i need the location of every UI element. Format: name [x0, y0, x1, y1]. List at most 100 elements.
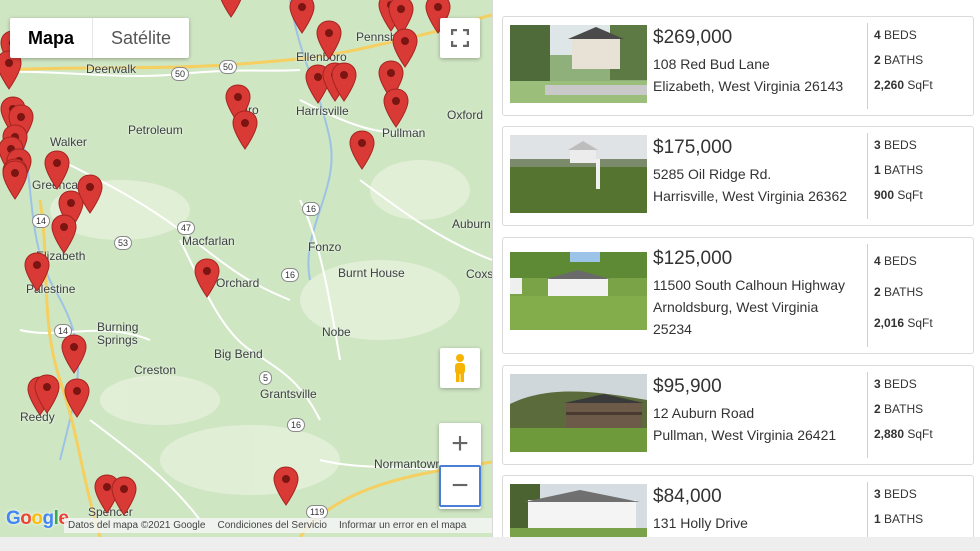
- listing-stats: 4 BEDS 2 BATHS 2,260 SqFt: [867, 23, 974, 109]
- zoom-out-button[interactable]: −: [439, 465, 481, 507]
- map-pin-icon[interactable]: [232, 110, 258, 150]
- map-pin-icon[interactable]: [331, 62, 357, 102]
- street-view-button[interactable]: [440, 348, 480, 388]
- map-type-satellite-button[interactable]: Satélite: [93, 18, 189, 58]
- beds-count: 4: [874, 28, 881, 42]
- map-pin-icon[interactable]: [218, 0, 244, 18]
- map-pin-icon[interactable]: [61, 334, 87, 374]
- listing-city: Arnoldsburg, West Virginia: [653, 299, 819, 315]
- place-label: Creston: [134, 363, 177, 377]
- listing-price: $125,000: [653, 248, 733, 269]
- listing-card[interactable]: $95,900 12 Auburn Road Pullman, West Vir…: [502, 365, 974, 465]
- listing-price: $269,000: [653, 27, 733, 48]
- route-shield: 50: [219, 60, 238, 74]
- place-label: Springs: [97, 333, 138, 347]
- baths-label: BATHS: [884, 512, 924, 526]
- route-shield: 53: [114, 236, 133, 250]
- map-pin-icon[interactable]: [24, 252, 50, 292]
- sqft-label: SqFt: [907, 78, 933, 92]
- baths-count: 2: [874, 402, 881, 416]
- listing-photo[interactable]: [510, 135, 647, 213]
- baths-count: 2: [874, 285, 881, 299]
- listing-card[interactable]: $269,000 108 Red Bud Lane Elizabeth, Wes…: [502, 16, 974, 116]
- place-label: Pullman: [382, 126, 426, 140]
- map-pin-icon[interactable]: [34, 374, 60, 414]
- baths-label: BATHS: [884, 285, 924, 299]
- place-label: Burning: [97, 320, 139, 334]
- route-shield: 16: [287, 418, 306, 432]
- map-pin-icon[interactable]: [273, 466, 299, 506]
- listing-photo[interactable]: [510, 252, 647, 330]
- map-pin-icon[interactable]: [194, 258, 220, 298]
- listing-street: 11500 South Calhoun Highway: [653, 277, 845, 293]
- listing-card[interactable]: $125,000 11500 South Calhoun Highway Arn…: [502, 237, 974, 354]
- listing-street: 5285 Oil Ridge Rd.: [653, 166, 772, 182]
- bottom-strip: [0, 537, 980, 551]
- listing-street: 12 Auburn Road: [653, 405, 755, 421]
- route-shield: 119: [306, 505, 329, 519]
- fullscreen-icon: [451, 29, 469, 47]
- map-type-mapa-button[interactable]: Mapa: [10, 18, 94, 58]
- zoom-in-button[interactable]: +: [439, 423, 481, 465]
- map-pin-icon[interactable]: [111, 476, 137, 516]
- map-pin-icon[interactable]: [383, 88, 409, 128]
- listing-city: Harrisville, West Virginia 26362: [653, 188, 848, 204]
- baths-label: BATHS: [884, 402, 924, 416]
- map[interactable]: Deerwalk Ellenboro Pennsboro Harrisville…: [0, 0, 493, 537]
- sqft-label: SqFt: [907, 427, 933, 441]
- baths-count: 2: [874, 53, 881, 67]
- beds-label: BEDS: [884, 28, 917, 42]
- map-type-control: Mapa Satélite: [10, 18, 190, 58]
- beds-count: 3: [874, 377, 881, 391]
- listing-photo[interactable]: [510, 25, 647, 103]
- listing-street: 131 Holly Drive: [653, 515, 748, 531]
- sqft-value: 900: [874, 188, 895, 202]
- map-pin-icon[interactable]: [349, 130, 375, 170]
- map-pin-icon[interactable]: [2, 160, 28, 200]
- google-logo[interactable]: Google: [6, 508, 69, 530]
- baths-label: BATHS: [884, 163, 924, 177]
- place-label: Auburn: [452, 217, 491, 231]
- sqft-value: 2,016: [874, 316, 905, 330]
- place-label: Macfarlan: [182, 234, 235, 248]
- listing-price: $84,000: [653, 486, 722, 507]
- beds-label: BEDS: [884, 254, 917, 268]
- beds-label: BEDS: [884, 138, 917, 152]
- beds-label: BEDS: [884, 377, 917, 391]
- route-shield: 5: [259, 371, 273, 385]
- listing-card[interactable]: $175,000 5285 Oil Ridge Rd. Harrisville,…: [502, 126, 974, 226]
- map-attribution: Datos del mapa ©2021 Google Condiciones …: [64, 518, 492, 533]
- place-label: Oxford: [447, 108, 484, 122]
- fullscreen-button[interactable]: [440, 18, 480, 58]
- map-pin-icon[interactable]: [44, 150, 70, 190]
- place-label: Fonzo: [308, 240, 342, 254]
- listing-city: Pullman, West Virginia 26421: [653, 427, 837, 443]
- listing-results: $269,000 108 Red Bud Lane Elizabeth, Wes…: [502, 0, 974, 551]
- listing-photo[interactable]: [510, 374, 647, 452]
- listing-zip: 25234: [653, 321, 692, 337]
- place-label: Big Bend: [214, 347, 263, 361]
- place-label: Walker: [50, 135, 87, 149]
- map-pin-icon[interactable]: [289, 0, 315, 34]
- listing-stats: 4 BEDS 2 BATHS 2,016 SqFt: [867, 244, 974, 347]
- listing-stats: 3 BEDS 2 BATHS 2,880 SqFt: [867, 372, 974, 458]
- baths-count: 1: [874, 163, 881, 177]
- place-label: Nobe: [322, 325, 351, 339]
- map-pin-icon[interactable]: [64, 378, 90, 418]
- terms-link[interactable]: Condiciones del Servicio: [217, 520, 327, 531]
- sqft-label: SqFt: [897, 188, 923, 202]
- sqft-label: SqFt: [907, 316, 933, 330]
- route-shield: 16: [302, 202, 321, 216]
- place-label: Petroleum: [128, 123, 183, 137]
- map-pin-icon[interactable]: [77, 174, 103, 214]
- beds-label: BEDS: [884, 487, 917, 501]
- map-pin-icon[interactable]: [316, 20, 342, 60]
- listing-price: $175,000: [653, 137, 733, 158]
- route-shield: 47: [177, 221, 196, 235]
- route-shield: 14: [32, 214, 51, 228]
- report-error-link[interactable]: Informar un error en el mapa: [339, 520, 466, 531]
- place-label: Grantsville: [260, 387, 317, 401]
- place-label: Normantown: [374, 457, 443, 471]
- zoom-control: + −: [439, 423, 481, 509]
- map-pin-icon[interactable]: [51, 214, 77, 254]
